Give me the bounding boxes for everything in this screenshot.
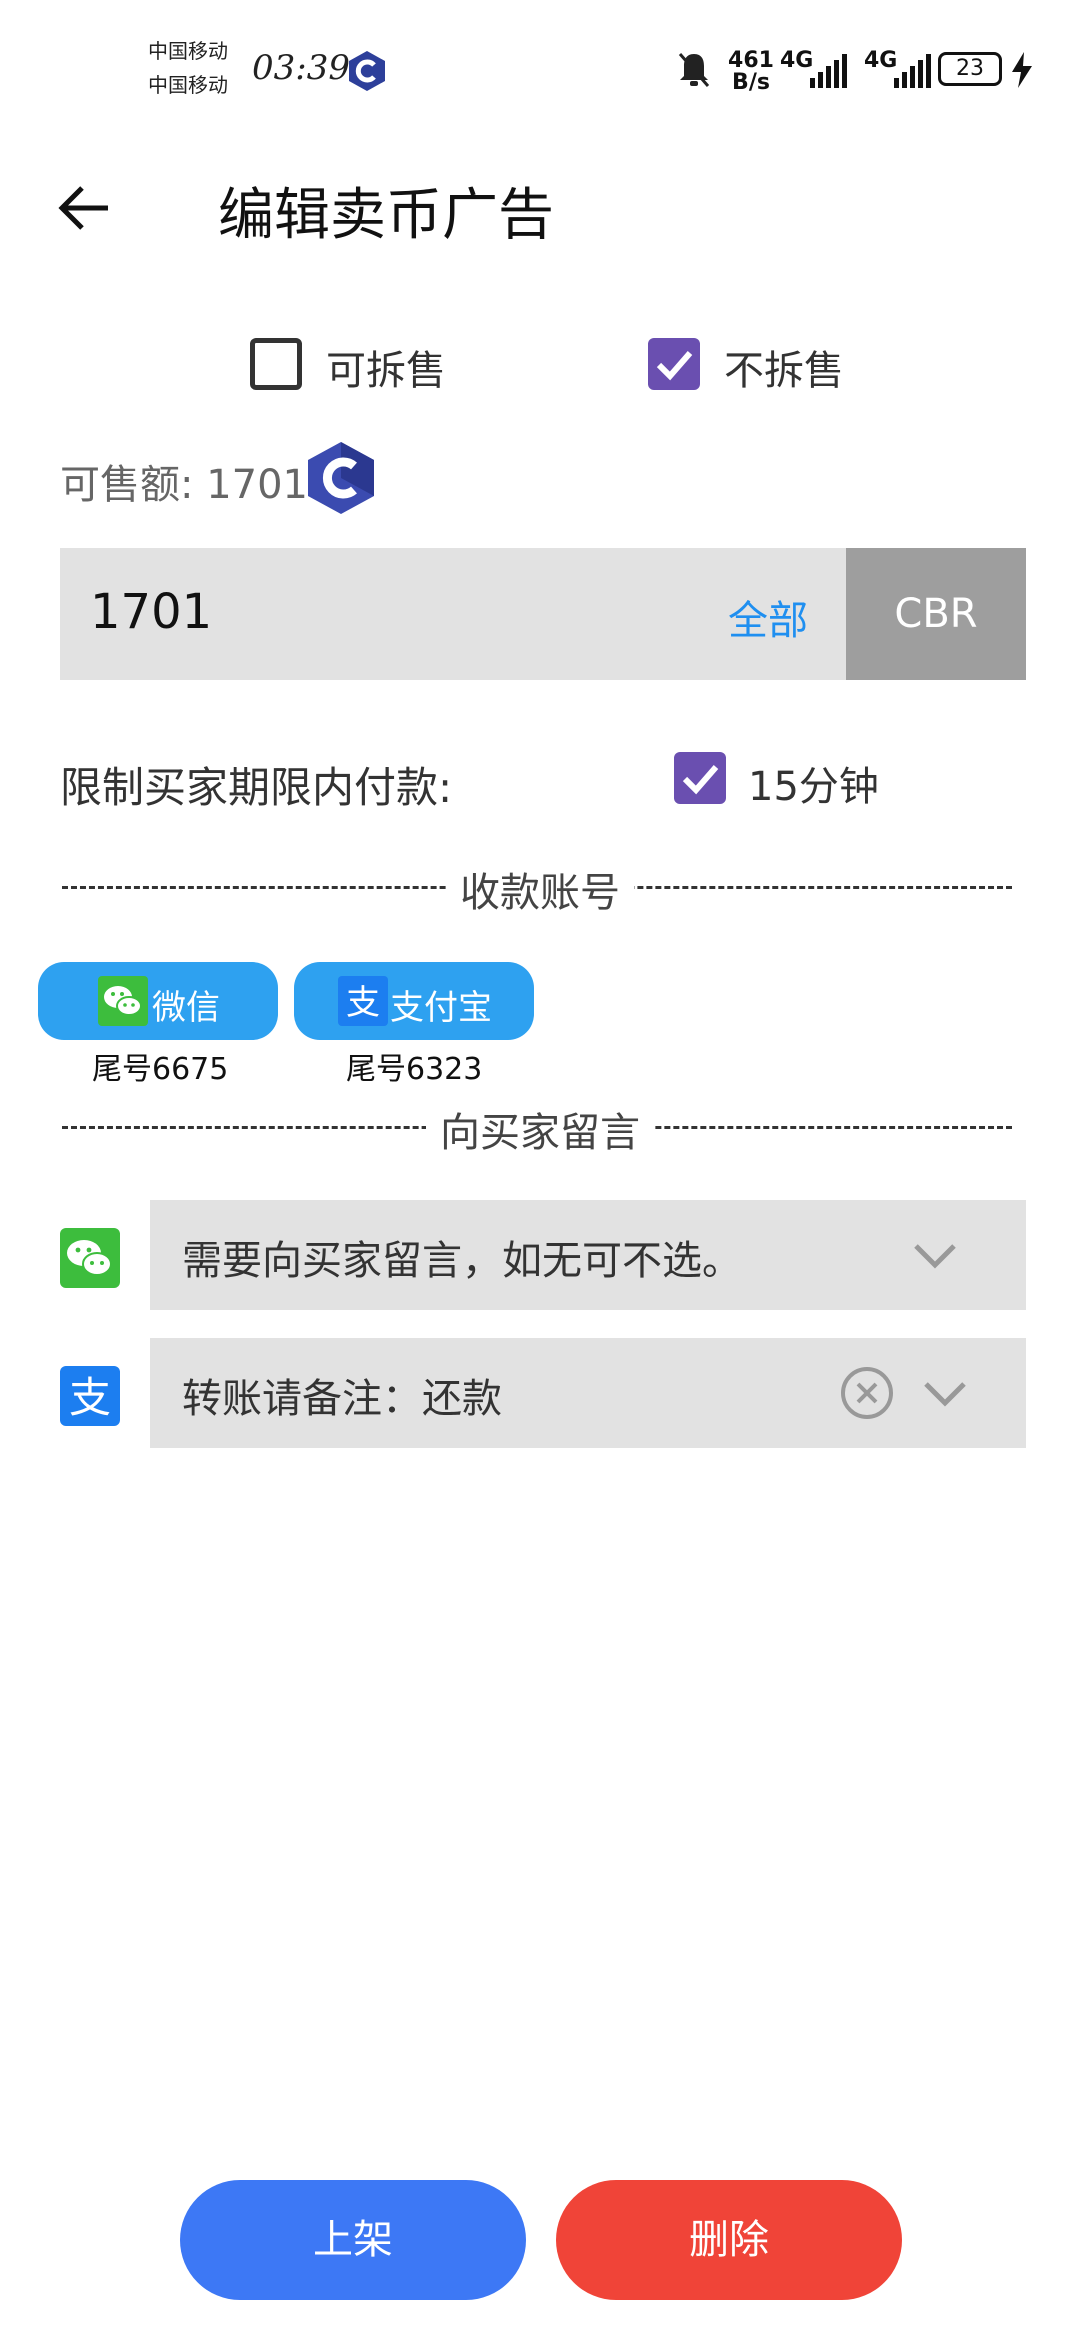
- check-icon: [682, 765, 719, 795]
- svg-text:支: 支: [346, 983, 380, 1023]
- chevron-down-icon[interactable]: [912, 1236, 958, 1276]
- message-section-title: 向买家留言: [426, 1110, 654, 1156]
- signal-bars-icon-2: [894, 54, 931, 88]
- accounts-section-divider: 收款账号: [0, 860, 1080, 918]
- wechat-icon: [60, 1228, 120, 1288]
- net-speed-unit: B/s: [732, 70, 770, 95]
- charging-bolt-icon: [1012, 52, 1032, 88]
- signal-bars-icon-1: [810, 54, 847, 88]
- payment-limit-label: 限制买家期限内付款:: [60, 763, 453, 812]
- alipay-account-tail: 尾号6323: [346, 1052, 483, 1087]
- amount-value: 1701: [90, 584, 213, 640]
- page-title: 编辑卖币广告: [218, 183, 554, 248]
- check-icon: [656, 351, 693, 381]
- payment-limit-option[interactable]: 15分钟: [674, 752, 914, 812]
- list-button[interactable]: 上架: [180, 2180, 526, 2300]
- split-option-not-allowed[interactable]: 不拆售: [648, 338, 868, 398]
- checkbox-checked[interactable]: [648, 338, 700, 390]
- wechat-message-text: 需要向买家留言，如无可不选。: [182, 1238, 742, 1284]
- wechat-account-chip[interactable]: 微信: [38, 962, 278, 1040]
- app-coin-icon: [349, 51, 385, 91]
- chevron-down-icon[interactable]: [922, 1374, 968, 1414]
- checkbox-unchecked[interactable]: [250, 338, 302, 390]
- carrier-label-2: 中国移动: [148, 73, 228, 97]
- alipay-account-chip[interactable]: 支 支付宝: [294, 962, 534, 1040]
- clear-circle-icon[interactable]: [838, 1364, 896, 1422]
- accounts-section-title: 收款账号: [446, 870, 634, 916]
- payment-limit-option-label: 15分钟: [748, 764, 879, 810]
- currency-unit: CBR: [846, 548, 1026, 680]
- wechat-account-tail: 尾号6675: [92, 1052, 229, 1087]
- net-speed-value: 461: [728, 48, 774, 73]
- battery-level: 23: [938, 52, 1002, 86]
- select-all-link[interactable]: 全部: [728, 588, 808, 646]
- checkbox-checked[interactable]: [674, 752, 726, 804]
- wechat-chip-label: 微信: [152, 988, 220, 1028]
- split-option-allowed[interactable]: 可拆售: [250, 338, 470, 398]
- wechat-message-select[interactable]: 需要向买家留言，如无可不选。: [150, 1200, 1026, 1310]
- available-amount-label: 可售额: 1701: [60, 462, 308, 508]
- alipay-chip-label: 支付宝: [390, 988, 492, 1028]
- delete-button[interactable]: 删除: [556, 2180, 902, 2300]
- bell-muted-icon: [678, 53, 710, 87]
- carrier-label-1: 中国移动: [148, 39, 228, 63]
- alipay-message-select[interactable]: 转账请备注：还款: [150, 1338, 1026, 1448]
- split-option-not-allowed-label: 不拆售: [724, 348, 844, 394]
- alipay-message-text: 转账请备注：还款: [182, 1376, 502, 1422]
- message-section-divider: 向买家留言: [0, 1100, 1080, 1158]
- status-time: 03:39: [252, 48, 350, 88]
- alipay-icon: 支: [60, 1366, 120, 1426]
- back-arrow-icon[interactable]: [56, 180, 112, 236]
- coin-logo-icon: [308, 442, 374, 514]
- split-option-allowed-label: 可拆售: [326, 348, 446, 394]
- wechat-icon: [98, 976, 148, 1026]
- svg-text:支: 支: [69, 1373, 111, 1422]
- status-bar: 中国移动 中国移动 03:39 461 B/s 4G 4G 23: [0, 0, 1080, 130]
- alipay-icon: 支: [338, 976, 388, 1026]
